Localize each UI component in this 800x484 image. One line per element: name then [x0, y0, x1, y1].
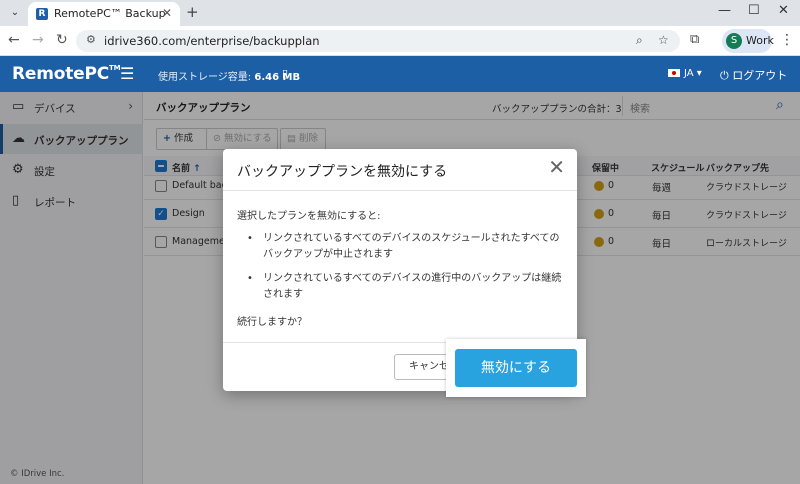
profile-button[interactable]: S Work [722, 29, 774, 53]
reload-icon[interactable]: ↻ [56, 32, 68, 48]
profile-label: Work [746, 34, 774, 47]
browser-menu-icon[interactable]: ⋮ [780, 32, 794, 48]
bookmark-star-icon[interactable]: ☆ [658, 33, 669, 47]
extensions-icon[interactable]: ⧉ [690, 32, 699, 47]
logo-tm: TM [109, 64, 121, 72]
logo-text: RemotePC [12, 64, 110, 84]
url-field[interactable]: ⚙ idrive360.com/enterprise/backupplan ⌕ … [76, 30, 680, 52]
close-window-icon[interactable]: ✕ [778, 3, 789, 18]
avatar: S [726, 33, 742, 49]
minimize-icon[interactable]: — [718, 3, 731, 18]
logout-label: ログアウト [732, 69, 788, 82]
tab-search-chevron-icon[interactable]: ⌄ [6, 4, 24, 22]
maximize-icon[interactable]: ☐ [748, 3, 760, 18]
close-tab-icon[interactable]: ✕ [162, 6, 172, 20]
dialog-confirm-question: 続行しますか？ [237, 317, 307, 328]
disable-button[interactable]: 無効にする [455, 349, 577, 387]
browser-tab-bar: ⌄ R RemotePC™ Backup ✕ + — ☐ ✕ [0, 0, 800, 26]
back-icon[interactable]: ← [8, 32, 20, 48]
dialog-bullet: リンクされているすべてのデバイスのスケジュールされたすべてのバックアップが中止さ… [247, 231, 567, 263]
site-info-icon[interactable]: ⚙ [86, 33, 96, 46]
remotepc-logo[interactable]: RemotePCTM [12, 64, 121, 84]
forward-icon[interactable]: → [32, 32, 44, 48]
browser-tab[interactable]: R RemotePC™ Backup ✕ [28, 2, 180, 26]
new-tab-icon[interactable]: + [186, 3, 199, 21]
storage-device-icon: ▯ [282, 67, 289, 80]
url-text: idrive360.com/enterprise/backupplan [104, 34, 320, 48]
dialog-title: バックアッププランを無効にする [237, 164, 448, 180]
tab-title: RemotePC™ Backup [54, 7, 166, 20]
dialog-bullet-text: リンクされているすべてのデバイスの進行中のバックアップは継続されます [263, 273, 562, 300]
close-icon[interactable]: ✕ [548, 157, 565, 177]
logout-button[interactable]: ⏻ ログアウト [720, 67, 787, 83]
language-label: JA [684, 68, 694, 79]
storage-label: 使用ストレージ容量: [158, 72, 255, 83]
hamburger-menu-icon[interactable]: ☰ [120, 64, 134, 83]
dialog-bullet-text: リンクされているすべてのデバイスのスケジュールされたすべてのバックアップが中止さ… [263, 233, 560, 260]
power-icon: ⏻ [720, 69, 729, 82]
remotepc-favicon-icon: R [36, 8, 48, 20]
address-bar-row: ← → ↻ ⚙ idrive360.com/enterprise/backupp… [0, 26, 800, 56]
highlight-frame: 無効にする [446, 339, 586, 397]
language-selector[interactable]: JA ▾ [668, 68, 702, 79]
dialog-intro: 選択したプランを無効にすると: [237, 211, 381, 222]
japan-flag-icon [668, 69, 680, 77]
divider [223, 190, 577, 191]
zoom-icon[interactable]: ⌕ [636, 33, 643, 48]
storage-value: 6.46 MB [254, 72, 301, 83]
dialog-bullet: リンクされているすべてのデバイスの進行中のバックアップは継続されます [247, 271, 567, 303]
storage-usage: 使用ストレージ容量: 6.46 MB [158, 68, 300, 83]
app-header: RemotePCTM ☰ 使用ストレージ容量: 6.46 MB ▯ JA ▾ ⏻… [0, 56, 800, 92]
